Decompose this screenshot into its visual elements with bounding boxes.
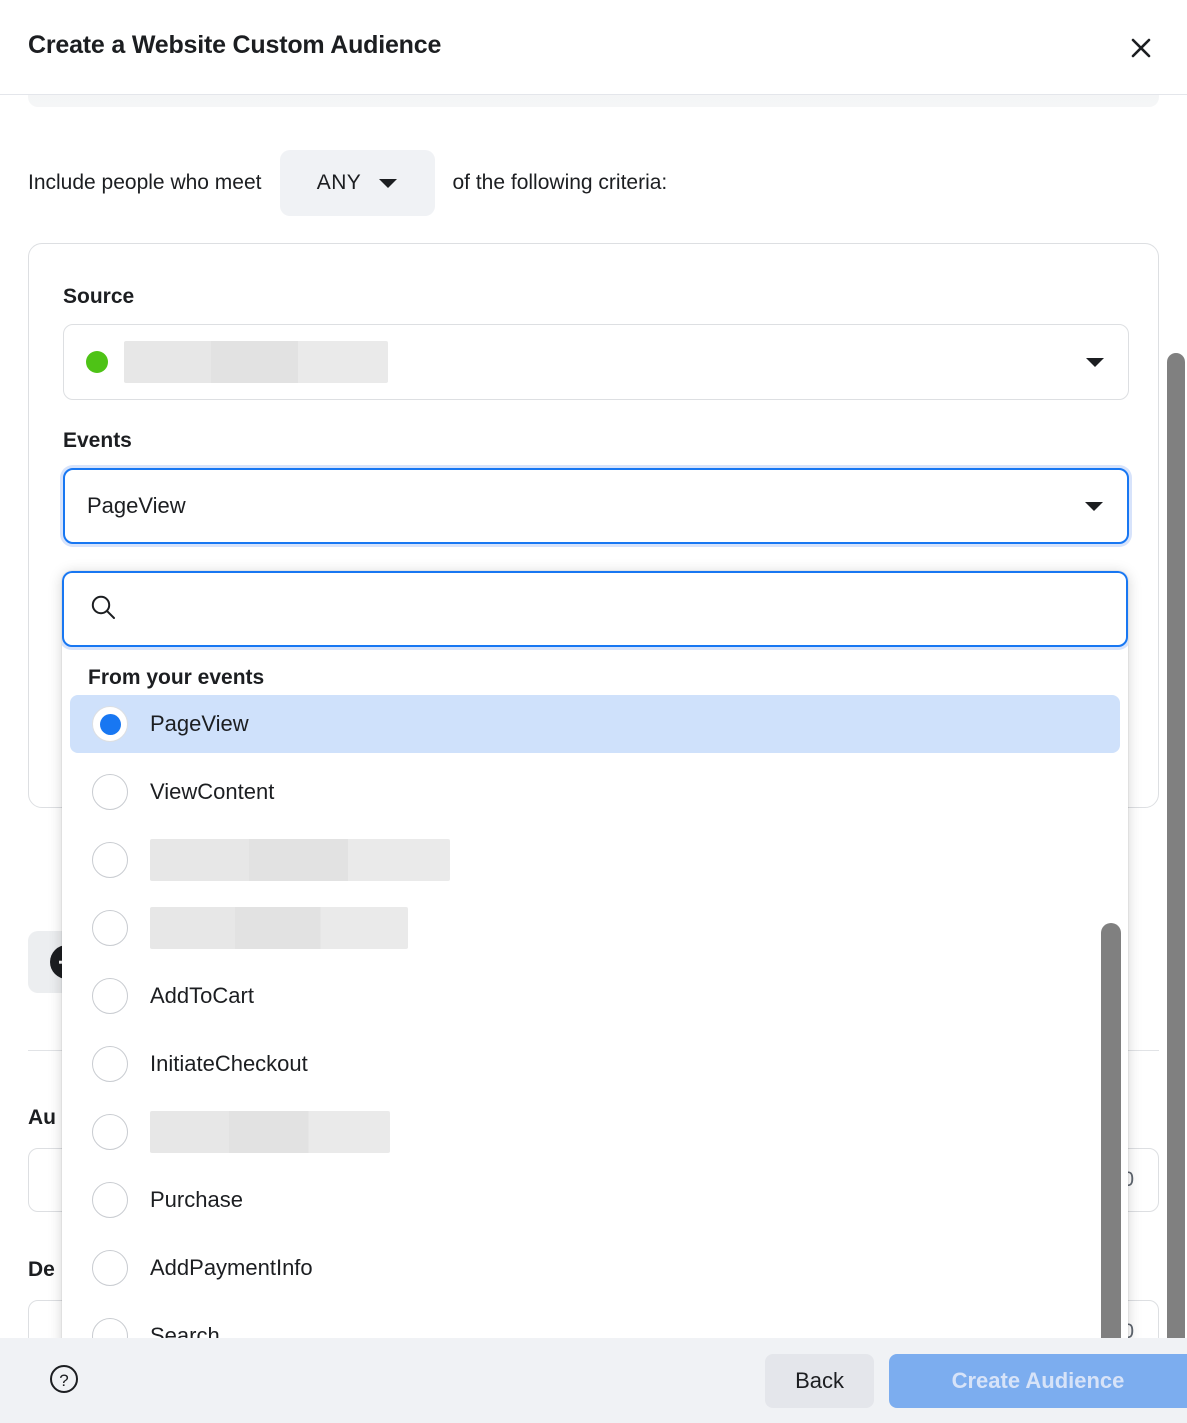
search-input[interactable] bbox=[134, 596, 1106, 622]
status-dot-icon bbox=[86, 351, 108, 373]
criteria-operator-select[interactable]: ANY bbox=[280, 150, 435, 216]
help-button[interactable]: ? bbox=[40, 1356, 88, 1404]
list-item-label: Search bbox=[150, 1323, 220, 1338]
radio-button-icon bbox=[92, 1250, 128, 1286]
radio-button-icon bbox=[92, 774, 128, 810]
list-item[interactable]: AddPaymentInfo bbox=[70, 1239, 1120, 1297]
events-label: Events bbox=[63, 429, 132, 453]
question-circle-icon: ? bbox=[47, 1362, 81, 1399]
list-item-label: ViewContent bbox=[150, 779, 274, 805]
redacted-text bbox=[150, 1111, 390, 1153]
back-button[interactable]: Back bbox=[765, 1354, 874, 1408]
list-item-label: InitiateCheckout bbox=[150, 1051, 308, 1077]
chevron-down-icon bbox=[1086, 358, 1104, 367]
chevron-down-icon bbox=[1085, 502, 1103, 511]
list-item[interactable]: InitiateCheckout bbox=[70, 1035, 1120, 1093]
list-item[interactable]: AddToCart bbox=[70, 967, 1120, 1025]
radio-button-icon bbox=[92, 1318, 128, 1338]
scrolled-card-stub bbox=[28, 95, 1159, 107]
list-item-label bbox=[150, 839, 450, 881]
chevron-down-icon bbox=[379, 179, 397, 188]
dialog-footer: ? Back Create Audience bbox=[0, 1338, 1187, 1423]
redacted-text bbox=[150, 907, 408, 949]
list-item[interactable] bbox=[70, 831, 1120, 889]
list-item[interactable]: Search bbox=[70, 1307, 1120, 1338]
radio-button-icon bbox=[92, 1046, 128, 1082]
redacted-text bbox=[150, 839, 450, 881]
criteria-operator-value: ANY bbox=[317, 171, 361, 195]
events-dropdown-popover: From your events PageView ViewContent bbox=[62, 571, 1128, 1338]
radio-button-icon bbox=[92, 910, 128, 946]
list-item[interactable]: PageView bbox=[70, 695, 1120, 753]
list-item[interactable]: ViewContent bbox=[70, 763, 1120, 821]
dialog-body: Include people who meet ANY of the follo… bbox=[0, 95, 1187, 1338]
list-item-label: Purchase bbox=[150, 1187, 243, 1213]
radio-button-icon bbox=[92, 706, 128, 742]
list-item-label bbox=[150, 907, 408, 949]
dialog-scrollbar-thumb[interactable] bbox=[1167, 353, 1185, 1338]
radio-button-icon bbox=[92, 978, 128, 1014]
dropdown-scrollbar-thumb[interactable] bbox=[1101, 923, 1121, 1338]
page-title: Create a Website Custom Audience bbox=[28, 31, 441, 60]
events-search-field[interactable] bbox=[62, 571, 1128, 647]
redacted-text bbox=[124, 341, 388, 383]
radio-button-icon bbox=[92, 1182, 128, 1218]
search-icon bbox=[88, 592, 118, 627]
create-audience-button[interactable]: Create Audience bbox=[889, 1354, 1187, 1408]
list-item-label bbox=[150, 1111, 390, 1153]
list-item-label: PageView bbox=[150, 711, 249, 737]
events-select[interactable]: PageView bbox=[63, 468, 1129, 544]
list-item-label: AddPaymentInfo bbox=[150, 1255, 313, 1281]
close-icon bbox=[1126, 33, 1156, 63]
source-select[interactable] bbox=[63, 324, 1129, 400]
description-label: De bbox=[28, 1258, 55, 1282]
criteria-prefix-text: Include people who meet bbox=[28, 171, 262, 195]
list-item[interactable]: Purchase bbox=[70, 1171, 1120, 1229]
audience-name-label: Au bbox=[28, 1106, 56, 1130]
dropdown-group-title: From your events bbox=[88, 666, 264, 690]
criteria-suffix-text: of the following criteria: bbox=[453, 171, 668, 195]
close-button[interactable] bbox=[1117, 24, 1165, 72]
svg-text:?: ? bbox=[59, 1371, 68, 1390]
criteria-sentence: Include people who meet ANY of the follo… bbox=[28, 150, 667, 216]
events-value: PageView bbox=[87, 493, 1085, 519]
dialog-header: Create a Website Custom Audience bbox=[0, 0, 1187, 95]
source-label: Source bbox=[63, 285, 134, 309]
create-audience-dialog: Create a Website Custom Audience Include… bbox=[0, 0, 1187, 1423]
source-value bbox=[124, 341, 1086, 383]
list-item-label: AddToCart bbox=[150, 983, 254, 1009]
radio-button-icon bbox=[92, 842, 128, 878]
events-option-list[interactable]: PageView ViewContent AddToCart bbox=[62, 695, 1128, 1338]
list-item[interactable] bbox=[70, 1103, 1120, 1161]
list-item[interactable] bbox=[70, 899, 1120, 957]
radio-button-icon bbox=[92, 1114, 128, 1150]
